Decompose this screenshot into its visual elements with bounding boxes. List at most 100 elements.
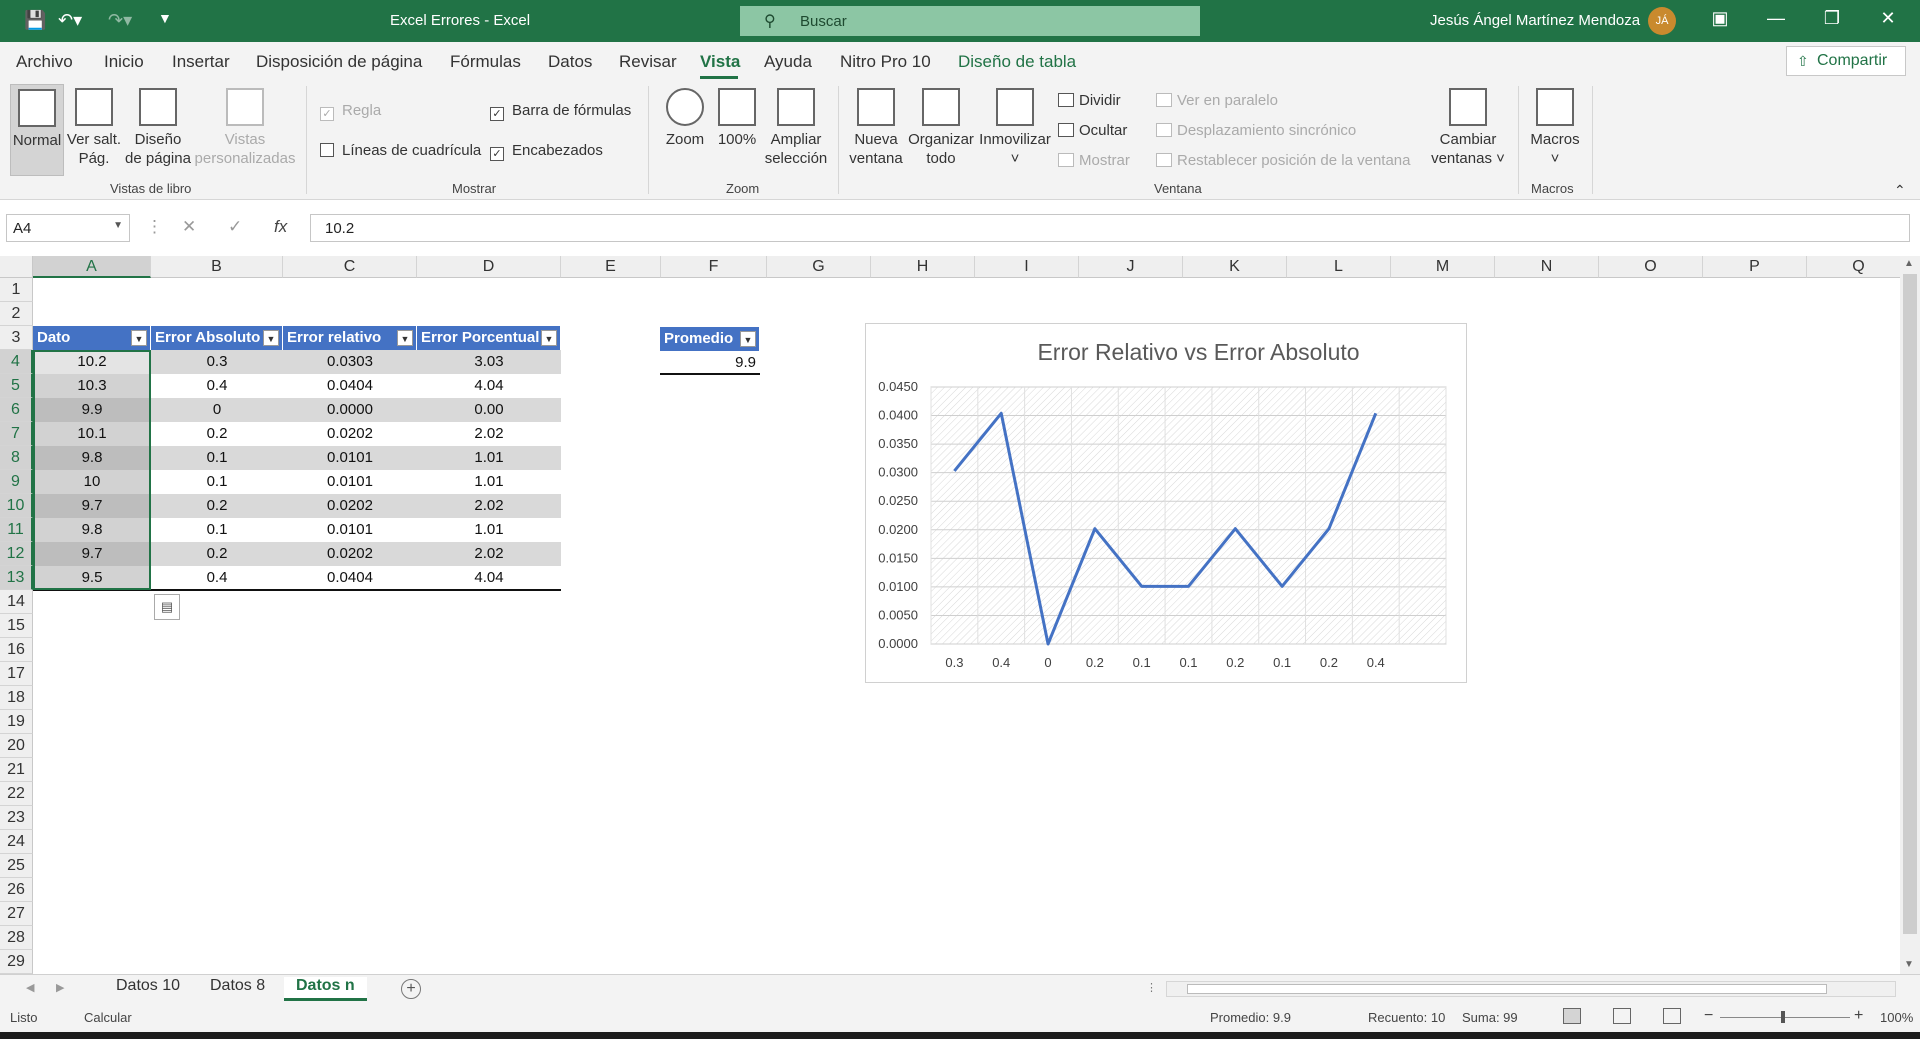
restore-icon[interactable]: ❐ — [1812, 8, 1852, 29]
row-header-10[interactable]: 10 — [0, 494, 33, 518]
table-cell-error-porcentual[interactable]: 2.02 — [417, 542, 561, 566]
table-cell-error-absoluto[interactable]: 0.1 — [151, 518, 283, 542]
cancel-icon[interactable]: ✕ — [182, 217, 196, 237]
row-header-4[interactable]: 4 — [0, 350, 33, 374]
table-cell-error-absoluto[interactable]: 0.3 — [151, 350, 283, 374]
row-header-7[interactable]: 7 — [0, 422, 33, 446]
row-header-27[interactable]: 27 — [0, 902, 33, 926]
table-cell-error-porcentual[interactable]: 1.01 — [417, 518, 561, 542]
filter-dropdown-icon[interactable]: ▼ — [740, 331, 756, 347]
line-chart[interactable]: Error Relativo vs Error Absoluto 0.0000 0.… — [865, 323, 1467, 683]
table-cell-dato[interactable]: 9.8 — [33, 446, 151, 470]
table-cell-error-porcentual[interactable]: 0.00 — [417, 398, 561, 422]
add-sheet-icon[interactable]: + — [401, 979, 421, 999]
customize-qat-icon[interactable]: ▼ — [158, 10, 172, 26]
table-cell-dato[interactable]: 10.2 — [33, 350, 151, 374]
collapse-ribbon-icon[interactable]: ⌃ — [1894, 182, 1906, 199]
column-header-h[interactable]: H — [871, 256, 975, 278]
table-cell-error-absoluto[interactable]: 0.2 — [151, 494, 283, 518]
row-header-6[interactable]: 6 — [0, 398, 33, 422]
avg-table-value[interactable]: 9.9 — [660, 351, 760, 375]
filter-dropdown-icon[interactable]: ▼ — [263, 330, 279, 346]
tab-revisar[interactable]: Revisar — [619, 52, 677, 72]
sheet-tab-datos-10[interactable]: Datos 10 — [116, 977, 180, 995]
table-cell-error-porcentual[interactable]: 1.01 — [417, 446, 561, 470]
table-header-error-relativo[interactable]: Error relativo ▼ — [283, 326, 417, 350]
tab-nitro[interactable]: Nitro Pro 10 — [840, 52, 931, 72]
avg-table-header[interactable]: Promedio ▼ — [660, 327, 760, 351]
tab-ayuda[interactable]: Ayuda — [764, 52, 812, 72]
table-cell-error-relativo[interactable]: 0.0101 — [283, 470, 417, 494]
table-cell-error-relativo[interactable]: 0.0404 — [283, 566, 417, 590]
column-header-m[interactable]: M — [1391, 256, 1495, 278]
row-header-21[interactable]: 21 — [0, 758, 33, 782]
tab-diseno-tabla[interactable]: Diseño de tabla — [958, 52, 1076, 72]
table-cell-error-relativo[interactable]: 0.0303 — [283, 350, 417, 374]
table-cell-error-porcentual[interactable]: 3.03 — [417, 350, 561, 374]
row-header-5[interactable]: 5 — [0, 374, 33, 398]
zoom-in-icon[interactable]: + — [1854, 1007, 1863, 1025]
filter-dropdown-icon[interactable]: ▼ — [397, 330, 413, 346]
tab-disposicion[interactable]: Disposición de página — [256, 52, 422, 72]
switch-windows-button[interactable]: Cambiar ventanas ˅ — [1428, 88, 1508, 168]
macros-button[interactable]: Macros ˅ — [1526, 88, 1584, 168]
tab-vista[interactable]: Vista — [700, 52, 740, 72]
table-cell-error-absoluto[interactable]: 0.2 — [151, 422, 283, 446]
table-cell-error-relativo[interactable]: 0.0000 — [283, 398, 417, 422]
zoom-button[interactable]: Zoom — [660, 88, 710, 149]
row-header-16[interactable]: 16 — [0, 638, 33, 662]
tab-insertar[interactable]: Insertar — [172, 52, 230, 72]
column-header-a[interactable]: A — [33, 256, 151, 278]
table-cell-error-absoluto[interactable]: 0.2 — [151, 542, 283, 566]
column-header-g[interactable]: G — [767, 256, 871, 278]
row-header-8[interactable]: 8 — [0, 446, 33, 470]
search-box[interactable]: ⚲ Buscar — [740, 6, 1200, 36]
tab-formulas[interactable]: Fórmulas — [450, 52, 521, 72]
split-button[interactable]: Dividir — [1058, 92, 1121, 109]
table-cell-error-absoluto[interactable]: 0.1 — [151, 446, 283, 470]
zoom-100-button[interactable]: 100% — [714, 88, 760, 149]
custom-views-button[interactable]: Vistas personalizadas — [194, 88, 296, 168]
table-cell-error-relativo[interactable]: 0.0101 — [283, 518, 417, 542]
filter-dropdown-icon[interactable]: ▼ — [131, 330, 147, 346]
vertical-scrollbar[interactable]: ▲ ▼ — [1900, 256, 1920, 974]
table-cell-error-porcentual[interactable]: 2.02 — [417, 422, 561, 446]
prev-sheet-icon[interactable]: ◀ — [26, 981, 34, 994]
column-header-i[interactable]: I — [975, 256, 1079, 278]
minimize-icon[interactable]: — — [1756, 8, 1796, 29]
sheet-tab-datos-8[interactable]: Datos 8 — [210, 977, 265, 995]
select-all-corner[interactable] — [0, 256, 33, 278]
arrange-all-button[interactable]: Organizar todo — [904, 88, 978, 168]
normal-view-button[interactable]: Normal — [10, 84, 64, 176]
freeze-panes-button[interactable]: Inmovilizar ˅ — [978, 88, 1052, 168]
insert-function-icon[interactable]: fx — [274, 217, 287, 237]
zoom-slider-thumb[interactable] — [1781, 1011, 1785, 1023]
sheet-tab-datos-n[interactable]: Datos n — [284, 977, 367, 1001]
scroll-up-icon[interactable]: ▲ — [1904, 258, 1914, 269]
zoom-slider[interactable] — [1720, 1017, 1850, 1018]
row-header-24[interactable]: 24 — [0, 830, 33, 854]
table-header-error-porcentual[interactable]: Error Porcentual ▼ — [417, 326, 561, 350]
scroll-down-icon[interactable]: ▼ — [1904, 959, 1914, 970]
next-sheet-icon[interactable]: ▶ — [56, 981, 64, 994]
row-header-29[interactable]: 29 — [0, 950, 33, 974]
new-window-button[interactable]: Nueva ventana — [848, 88, 904, 168]
table-cell-error-relativo[interactable]: 0.0202 — [283, 422, 417, 446]
table-cell-dato[interactable]: 9.7 — [33, 542, 151, 566]
table-cell-error-relativo[interactable]: 0.0202 — [283, 542, 417, 566]
table-cell-error-relativo[interactable]: 0.0101 — [283, 446, 417, 470]
column-header-e[interactable]: E — [561, 256, 661, 278]
user-name[interactable]: Jesús Ángel Martínez Mendoza — [1430, 12, 1640, 29]
row-header-25[interactable]: 25 — [0, 854, 33, 878]
formula-input[interactable]: 10.2 — [310, 214, 1910, 242]
table-cell-error-absoluto[interactable]: 0 — [151, 398, 283, 422]
scrollbar-thumb[interactable] — [1187, 984, 1827, 994]
column-header-d[interactable]: D — [417, 256, 561, 278]
avatar[interactable]: JÁ — [1648, 7, 1676, 35]
ruler-checkbox[interactable]: ✓ Regla — [320, 102, 381, 121]
table-cell-error-porcentual[interactable]: 4.04 — [417, 566, 561, 590]
table-cell-error-porcentual[interactable]: 1.01 — [417, 470, 561, 494]
row-header-19[interactable]: 19 — [0, 710, 33, 734]
table-cell-dato[interactable]: 9.9 — [33, 398, 151, 422]
column-header-n[interactable]: N — [1495, 256, 1599, 278]
